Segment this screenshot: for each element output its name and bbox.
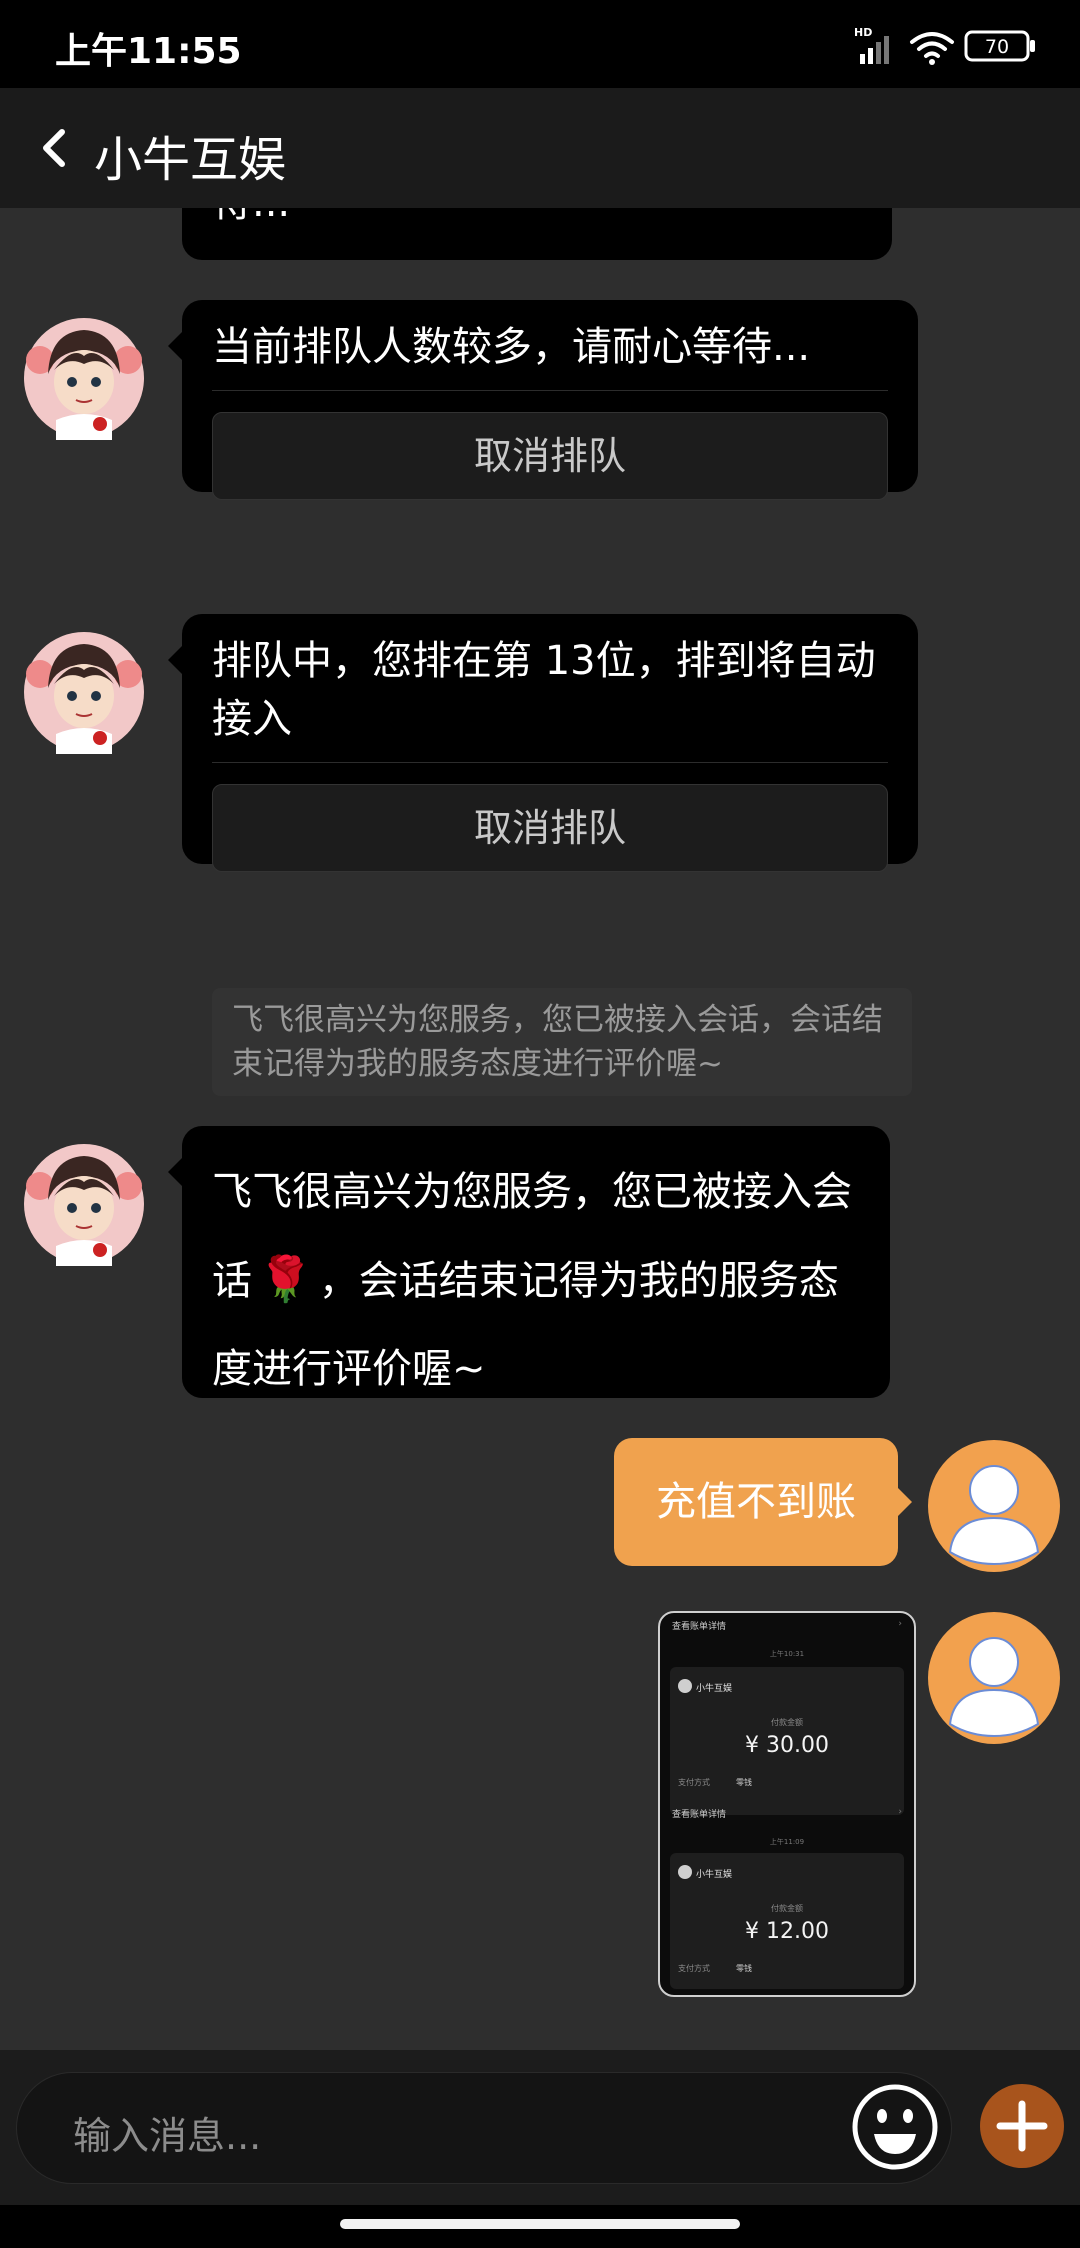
back-button[interactable] [28, 116, 84, 180]
status-icons: HD 70 [854, 26, 1035, 65]
message-text: 飞飞很高兴为您服务，您已被接入会话 🌹 ，会话结束记得为我的服务态度进行评价喔~ [212, 1148, 860, 1413]
battery-level: 70 [985, 36, 1009, 58]
merchant-name: 小牛互娱 [696, 1870, 733, 1880]
pay-method-value: 零钱 [736, 1964, 752, 1973]
amount-label: 付款金额 [771, 1904, 803, 1913]
app-header: 小牛互娱 [0, 88, 1080, 208]
amount-label: 付款金额 [771, 1718, 803, 1727]
more-actions-button[interactable] [980, 2084, 1064, 2168]
page-title: 小牛互娱 [94, 132, 287, 188]
battery-icon: 70 [964, 30, 1035, 62]
message-text: 当前排队人数较多，请耐心等待... [212, 324, 811, 370]
agent-message-queue-position: 排队中，您排在第 13位，排到将自动接入 取消排队 [168, 614, 918, 872]
cancel-queue-button[interactable]: 取消排队 [212, 412, 888, 500]
bill-detail-link: 查看账单详情 › [672, 1619, 902, 1632]
bill-time: 上午11:09 [769, 1838, 805, 1846]
chevron-left-icon [43, 129, 65, 167]
bill-detail-link: 查看账单详情 › [672, 1807, 902, 1820]
agent-message-partial: 待... [182, 208, 892, 260]
bill-card: 小牛互娱 付款金额 ¥ 30.00 支付方式 零钱 [670, 1667, 904, 1815]
amount-value: ¥ 12.00 [745, 1919, 829, 1944]
status-bar: 上午11:55 HD 70 [0, 0, 1080, 88]
chat-messages[interactable]: 待... 当前排队人数较多，请耐心等待... 取消排队 排队中 [0, 208, 1080, 2050]
agent-avatar[interactable] [22, 316, 146, 440]
screenshot-image-message[interactable]: 查看账单详情 › 上午10:31 小牛互娱 付款金额 ¥ 30.00 支付方式 零… [658, 1611, 916, 1997]
bill-link-text: 查看账单详情 [672, 1810, 727, 1820]
network-label: HD [854, 26, 872, 39]
agent-message-greeting: 飞飞很高兴为您服务，您已被接入会话 🌹 ，会话结束记得为我的服务态度进行评价喔~ [168, 1126, 890, 1398]
agent-avatar[interactable] [22, 630, 146, 754]
cancel-queue-button[interactable]: 取消排队 [212, 784, 888, 872]
pay-method-value: 零钱 [736, 1778, 752, 1787]
bill-time: 上午10:31 [769, 1650, 805, 1658]
merchant-icon [678, 1679, 692, 1693]
merchant-name: 小牛互娱 [696, 1684, 733, 1694]
wifi-icon [910, 32, 954, 65]
amount-value: ¥ 30.00 [745, 1733, 829, 1758]
smiley-icon [852, 2084, 938, 2170]
user-silhouette-icon [969, 1637, 1019, 1687]
message-divider [212, 762, 888, 763]
user-silhouette-icon [969, 1465, 1019, 1515]
home-indicator[interactable] [340, 2219, 740, 2229]
pay-method-label: 支付方式 [678, 1778, 710, 1787]
message-divider [212, 390, 888, 391]
merchant-icon [678, 1865, 692, 1879]
user-avatar[interactable] [928, 1440, 1060, 1572]
agent-message-queue-busy: 当前排队人数较多，请耐心等待... 取消排队 [168, 300, 918, 500]
emoji-button[interactable] [850, 2082, 940, 2172]
bill-link-text: 查看账单详情 [672, 1622, 727, 1632]
cellular-signal-icon: HD [854, 26, 889, 64]
message-input[interactable]: 输入消息... [16, 2072, 952, 2184]
pay-method-label: 支付方式 [678, 1964, 710, 1973]
user-avatar[interactable] [928, 1612, 1060, 1744]
input-placeholder: 输入消息... [73, 2114, 262, 2158]
user-message: 充值不到账 [614, 1438, 912, 1566]
message-text: 充值不到账 [656, 1479, 856, 1525]
bill-card: 小牛互娱 付款金额 ¥ 12.00 支付方式 零钱 [670, 1853, 904, 1989]
status-time: 上午11:55 [55, 31, 242, 72]
gesture-bar-area [0, 2205, 1080, 2248]
agent-avatar[interactable] [22, 1142, 146, 1266]
message-text: 待... [212, 208, 862, 232]
message-text: 排队中，您排在第 13位，排到将自动接入 [212, 638, 876, 742]
rose-emoji: 🌹 [258, 1254, 313, 1305]
system-notice: 飞飞很高兴为您服务，您已被接入会话，会话结束记得为我的服务态度进行评价喔~ [212, 988, 912, 1096]
